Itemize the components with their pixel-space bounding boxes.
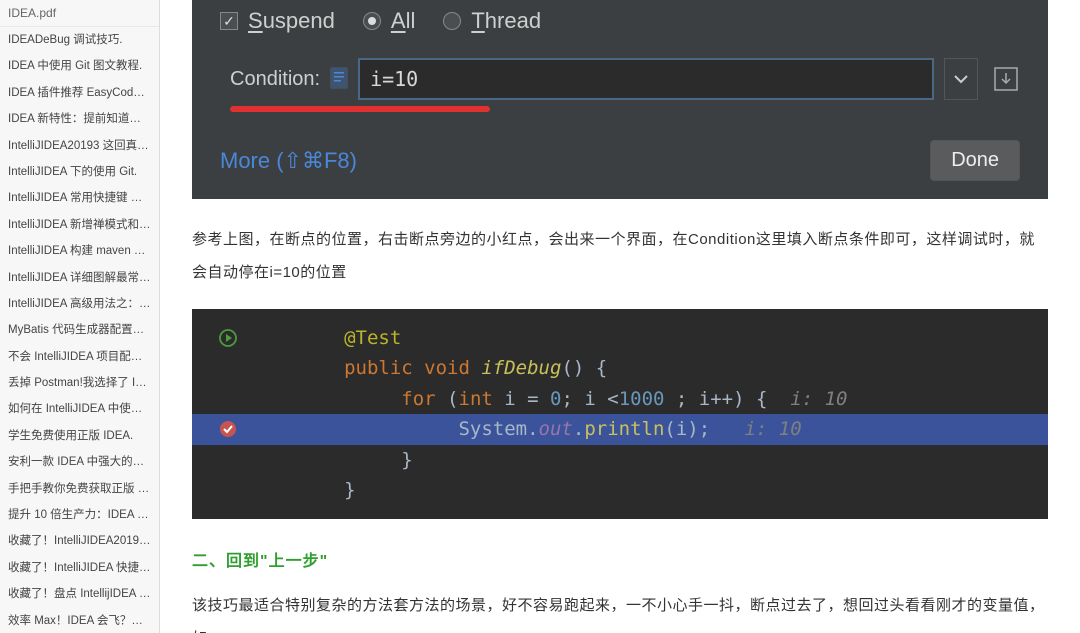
thread-radio[interactable]: Thread: [443, 8, 541, 34]
paragraph-2: 该技巧最适合特别复杂的方法套方法的场景，好不容易跑起来，一不小心手一抖，断点过去…: [192, 589, 1048, 633]
sidebar-item[interactable]: 收藏了！盘点 IntellijIDEA 那…: [0, 581, 159, 607]
code-sample: @Test public void ifDebug() { for (int i…: [192, 309, 1048, 519]
sidebar-item[interactable]: 收藏了！IntelliJIDEA 快捷…: [0, 555, 159, 581]
sidebar-item[interactable]: 效率 Max！IDEA 会飞？只…: [0, 608, 159, 633]
condition-input[interactable]: [358, 58, 934, 100]
checkbox-icon: ✓: [220, 12, 238, 30]
expand-icon[interactable]: [992, 64, 1020, 94]
paragraph-1: 参考上图，在断点的位置，右击断点旁边的小红点，会出来一个界面，在Conditio…: [192, 223, 1048, 289]
radio-icon: [363, 12, 381, 30]
sidebar-item[interactable]: 收藏了！IntelliJIDEA2019 …: [0, 528, 159, 554]
sidebar-title: IDEA.pdf: [0, 0, 159, 27]
run-arrow-icon[interactable]: [192, 329, 264, 347]
dropdown-button[interactable]: [944, 58, 978, 100]
sidebar-item[interactable]: IDEADeBug 调试技巧.: [0, 27, 159, 53]
sidebar-item[interactable]: 手把手教你免费获取正版 Int…: [0, 476, 159, 502]
all-radio[interactable]: All: [363, 8, 415, 34]
sidebar-item[interactable]: IntelliJIDEA 高级用法之：集…: [0, 291, 159, 317]
sidebar-item[interactable]: 学生免费使用正版 IDEA.: [0, 423, 159, 449]
sidebar-item[interactable]: 安利一款 IDEA 中强大的代…: [0, 449, 159, 475]
sidebar-item[interactable]: IntelliJIDEA 新增禅模式和 Li…: [0, 212, 159, 238]
sidebar-item[interactable]: 丢掉 Postman!我选择了 IDE…: [0, 370, 159, 396]
document-icon: [330, 67, 348, 92]
sidebar: IDEA.pdf IDEADeBug 调试技巧.IDEA 中使用 Git 图文教…: [0, 0, 160, 633]
sidebar-item[interactable]: IntelliJIDEA 详细图解最常…: [0, 265, 159, 291]
section-heading: 二、回到"上一步": [192, 547, 1048, 571]
sidebar-item[interactable]: IDEA 中使用 Git 图文教程.: [0, 53, 159, 79]
suspend-label-char: S: [248, 8, 263, 33]
chevron-down-icon: [954, 74, 968, 84]
sidebar-item[interactable]: IDEA 新特性：提前知道代…: [0, 106, 159, 132]
sidebar-item[interactable]: IntelliJIDEA20193 这回真…: [0, 133, 159, 159]
sidebar-item[interactable]: IntelliJIDEA 下的使用 Git.: [0, 159, 159, 185]
more-link[interactable]: More (⇧⌘F8): [220, 148, 357, 174]
breakpoint-icon[interactable]: [192, 420, 264, 438]
done-button[interactable]: Done: [930, 140, 1020, 181]
sidebar-item[interactable]: MyBatis 代码生成器配置详…: [0, 317, 159, 343]
radio-icon: [443, 12, 461, 30]
suspend-checkbox[interactable]: ✓ Suspend: [220, 8, 335, 34]
sidebar-item[interactable]: IntelliJIDEA 常用快捷键 Ma…: [0, 185, 159, 211]
sidebar-item[interactable]: 如何在 IntelliJIDEA 中使用 Git.: [0, 396, 159, 422]
sidebar-item[interactable]: IDEA 插件推荐 EasyCode 一…: [0, 80, 159, 106]
condition-label: Condition:: [230, 68, 320, 91]
main-content: ✓ Suspend All Thread Condition:: [160, 0, 1080, 633]
sidebar-item[interactable]: 不会 IntelliJIDEA 项目配置…: [0, 344, 159, 370]
sidebar-item[interactable]: IntelliJIDEA 构建 maven 多…: [0, 238, 159, 264]
sidebar-item[interactable]: 提升 10 倍生产力：IDEA 远…: [0, 502, 159, 528]
breakpoint-dialog: ✓ Suspend All Thread Condition:: [192, 0, 1048, 199]
